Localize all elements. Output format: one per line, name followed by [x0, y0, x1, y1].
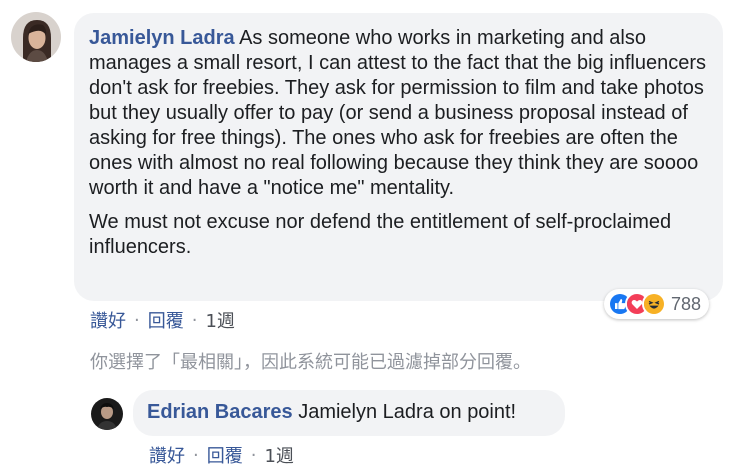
- reply-timestamp[interactable]: 1週: [264, 442, 293, 468]
- comment-body: Jamielyn Ladra As someone who works in m…: [74, 13, 725, 260]
- comment-timestamp[interactable]: 1週: [205, 307, 234, 333]
- separator-dot: ·: [250, 444, 257, 466]
- reply-like-link[interactable]: 讚好: [149, 442, 185, 468]
- reply-text: Jamielyn Ladra on point!: [298, 401, 517, 423]
- comment-paragraph-2: We must not excuse nor defend the entitl…: [89, 211, 672, 258]
- reply-actions: 讚好 · 回覆 · 1週: [149, 442, 294, 468]
- separator-dot: ·: [191, 309, 198, 331]
- comment-paragraph-1: Jamielyn Ladra As someone who works in m…: [89, 26, 709, 201]
- comment-text-1: As someone who works in marketing and al…: [89, 27, 706, 199]
- reply-author-name[interactable]: Edrian Bacares: [147, 401, 293, 423]
- reaction-count: 788: [671, 293, 702, 314]
- filter-notice: 你選擇了「最相關」，因此系統可能已過濾掉部分回覆。: [90, 352, 531, 373]
- comment-author-name[interactable]: Jamielyn Ladra: [89, 27, 235, 49]
- reply-avatar[interactable]: [91, 398, 123, 430]
- comment-bubble: Jamielyn Ladra As someone who works in m…: [74, 13, 723, 301]
- reply-body: Edrian Bacares Jamielyn Ladra on point!: [133, 390, 565, 425]
- separator-dot: ·: [134, 309, 140, 331]
- comment-actions: 讚好 · 回覆 · 1週: [90, 307, 235, 333]
- reply-bubble: Edrian Bacares Jamielyn Ladra on point!: [133, 390, 565, 436]
- reply-reply-link[interactable]: 回覆: [207, 442, 243, 468]
- separator-dot: ·: [193, 444, 199, 466]
- reply-link[interactable]: 回覆: [148, 307, 184, 333]
- like-link[interactable]: 讚好: [90, 307, 126, 333]
- reaction-summary[interactable]: 788: [604, 289, 710, 319]
- commenter-avatar[interactable]: [11, 12, 61, 62]
- haha-icon: [642, 292, 666, 316]
